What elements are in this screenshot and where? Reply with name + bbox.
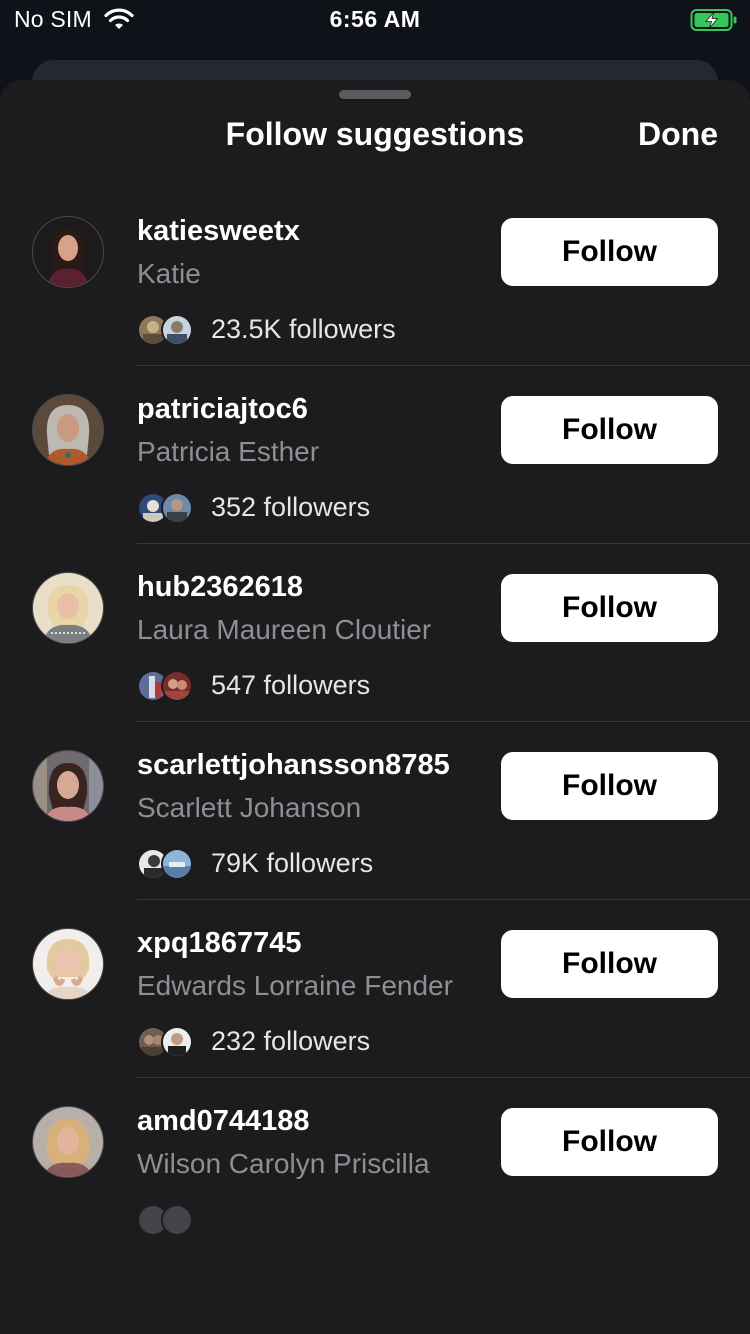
avatar[interactable]	[32, 750, 104, 822]
mutual-followers-avatars	[137, 492, 195, 524]
mutual-avatar	[161, 492, 193, 524]
follower-count: 79K followers	[211, 848, 374, 878]
mutual-avatar	[161, 1204, 193, 1236]
full-name: Scarlett Johanson	[137, 792, 362, 823]
full-name: Edwards Lorraine Fender	[137, 970, 453, 1001]
avatar[interactable]	[32, 572, 104, 644]
follow-suggestions-sheet: Follow suggestions Done katiesweetx Kati…	[0, 80, 750, 1334]
status-bar: No SIM 6:56 AM	[0, 0, 750, 42]
full-name: Katie	[137, 258, 201, 289]
username[interactable]: amd0744188	[137, 1105, 310, 1138]
sheet-grabber[interactable]	[339, 90, 411, 99]
username[interactable]: hub2362618	[137, 571, 303, 604]
username[interactable]: patriciajtoc6	[137, 393, 308, 426]
mutual-avatar	[161, 314, 193, 346]
follower-count: 23.5K followers	[211, 314, 396, 344]
username[interactable]: scarlettjohansson8785	[137, 749, 450, 782]
follow-button[interactable]: Follow	[501, 218, 718, 286]
avatar[interactable]	[32, 928, 104, 1000]
follow-button[interactable]: Follow	[501, 574, 718, 642]
follower-count: 547 followers	[211, 670, 371, 700]
follow-button[interactable]: Follow	[501, 396, 718, 464]
mutual-followers-avatars	[137, 848, 195, 880]
avatar[interactable]	[32, 1106, 104, 1178]
mutual-followers-avatars	[137, 1026, 195, 1058]
clock-time: 6:56 AM	[329, 6, 421, 32]
mutual-followers-avatars	[137, 314, 195, 346]
list-item: hub2362618 Laura Maureen Cloutier 547 fo…	[0, 544, 750, 722]
battery-charging-icon	[690, 8, 738, 32]
mutual-avatar	[161, 670, 193, 702]
done-button[interactable]: Done	[638, 116, 718, 153]
follower-count: 352 followers	[211, 492, 371, 522]
full-name: Wilson Carolyn Priscilla	[137, 1148, 430, 1179]
suggestions-list: katiesweetx Katie 23.5K followers Follow	[0, 188, 750, 1256]
follow-button[interactable]: Follow	[501, 1108, 718, 1176]
list-item: patriciajtoc6 Patricia Esther 352 follow…	[0, 366, 750, 544]
mutual-avatar	[161, 848, 193, 880]
list-item: scarlettjohansson8785 Scarlett Johanson …	[0, 722, 750, 900]
avatar[interactable]	[32, 394, 104, 466]
mutual-avatar	[161, 1026, 193, 1058]
full-name: Patricia Esther	[137, 436, 320, 467]
username[interactable]: xpq1867745	[137, 927, 301, 960]
mutual-followers-avatars	[137, 1204, 195, 1236]
follow-button[interactable]: Follow	[501, 930, 718, 998]
full-name: Laura Maureen Cloutier	[137, 614, 432, 645]
list-item: amd0744188 Wilson Carolyn Priscilla Foll…	[0, 1078, 750, 1256]
username[interactable]: katiesweetx	[137, 215, 300, 248]
avatar[interactable]	[32, 216, 104, 288]
follower-count: 232 followers	[211, 1026, 371, 1056]
list-item: katiesweetx Katie 23.5K followers Follow	[0, 188, 750, 366]
follow-button[interactable]: Follow	[501, 752, 718, 820]
list-item: xpq1867745 Edwards Lorraine Fender 232 f…	[0, 900, 750, 1078]
mutual-followers-avatars	[137, 670, 195, 702]
